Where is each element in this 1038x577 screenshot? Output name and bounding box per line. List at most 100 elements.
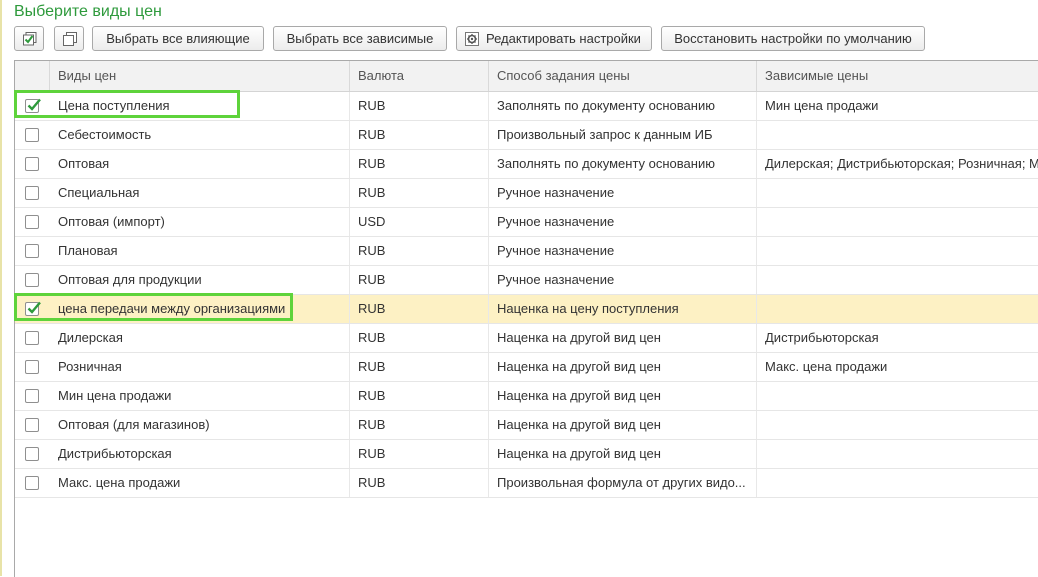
- checkbox-cell: [15, 150, 50, 178]
- check-all-icon: [23, 32, 37, 46]
- price-method-cell: Наценка на другой вид цен: [489, 324, 757, 352]
- dependent-prices-cell: [757, 179, 1038, 207]
- table-row[interactable]: Оптовая для продукции RUB Ручное назначени…: [15, 266, 1038, 295]
- currency-cell: RUB: [350, 295, 489, 323]
- price-type-name: Розничная: [50, 353, 350, 381]
- currency-cell: RUB: [350, 411, 489, 439]
- price-types-table: Виды цен Валюта Способ задания цены Зави…: [14, 60, 1038, 577]
- currency-cell: RUB: [350, 266, 489, 294]
- price-method-cell: Наценка на другой вид цен: [489, 353, 757, 381]
- row-checkbox[interactable]: [25, 215, 39, 229]
- table-row[interactable]: Оптовая (для магазинов) RUB Наценка на дру…: [15, 411, 1038, 440]
- header-price-method[interactable]: Способ задания цены: [489, 61, 757, 91]
- price-method-cell: Наценка на другой вид цен: [489, 382, 757, 410]
- price-type-name: Дилерская: [50, 324, 350, 352]
- checkbox-cell: [15, 469, 50, 497]
- price-type-name: Оптовая для продукции: [50, 266, 350, 294]
- check-all-button[interactable]: [14, 26, 44, 51]
- price-method-cell: Ручное назначение: [489, 266, 757, 294]
- price-method-cell: Заполнять по документу основанию: [489, 150, 757, 178]
- checkbox-cell: [15, 179, 50, 207]
- table-header: Виды цен Валюта Способ задания цены Зави…: [15, 61, 1038, 92]
- select-dependent-button[interactable]: Выбрать все зависимые: [273, 26, 447, 51]
- row-checkbox[interactable]: [25, 186, 39, 200]
- dependent-prices-cell: [757, 469, 1038, 497]
- checkbox-cell: [15, 237, 50, 265]
- table-row[interactable]: Плановая RUB Ручное назначение: [15, 237, 1038, 266]
- table-row[interactable]: Дилерская RUB Наценка на другой вид цен Дис…: [15, 324, 1038, 353]
- price-method-cell: Наценка на другой вид цен: [489, 411, 757, 439]
- row-checkbox[interactable]: [25, 447, 39, 461]
- checkbox-cell: [15, 295, 50, 323]
- checkbox-cell: [15, 208, 50, 236]
- edit-settings-label: Редактировать настройки: [486, 31, 641, 46]
- restore-defaults-label: Восстановить настройки по умолчанию: [674, 31, 912, 46]
- edit-settings-button[interactable]: Редактировать настройки: [456, 26, 652, 51]
- uncheck-all-button[interactable]: [54, 26, 84, 51]
- row-checkbox[interactable]: [25, 157, 39, 171]
- table-row[interactable]: Цена поступления RUB Заполнять по документ…: [15, 92, 1038, 121]
- currency-cell: RUB: [350, 237, 489, 265]
- table-row[interactable]: цена передачи между организациями RUB Наце…: [15, 295, 1038, 324]
- checkmark-icon: [27, 98, 41, 111]
- currency-cell: RUB: [350, 121, 489, 149]
- price-type-name: Себестоимость: [50, 121, 350, 149]
- header-checkbox-column: [15, 61, 50, 91]
- table-row[interactable]: Оптовая RUB Заполнять по документу основан…: [15, 150, 1038, 179]
- header-price-type[interactable]: Виды цен: [50, 61, 350, 91]
- row-checkbox[interactable]: [25, 273, 39, 287]
- dependent-prices-cell: Дистрибьюторская: [765, 330, 879, 345]
- currency-cell: RUB: [350, 150, 489, 178]
- checkbox-cell: [15, 382, 50, 410]
- price-method-cell: Ручное назначение: [489, 237, 757, 265]
- price-type-name: Оптовая: [50, 150, 350, 178]
- header-currency[interactable]: Валюта: [350, 61, 489, 91]
- checkbox-cell: [15, 324, 50, 352]
- left-border: [0, 0, 2, 576]
- price-type-name: Макс. цена продажи: [50, 469, 350, 497]
- page-title: Выберите виды цен: [14, 3, 162, 20]
- row-checkbox[interactable]: [25, 331, 39, 345]
- row-checkbox[interactable]: [25, 476, 39, 490]
- row-checkbox[interactable]: [25, 301, 41, 316]
- dependent-prices-cell: Дилерская; Дистрибьюторская; Розничная; …: [765, 156, 1038, 171]
- dependent-prices-cell: [757, 382, 1038, 410]
- table-row[interactable]: Специальная RUB Ручное назначение: [15, 179, 1038, 208]
- table-row[interactable]: Себестоимость RUB Произвольный запрос к да…: [15, 121, 1038, 150]
- price-type-name: Дистрибьюторская: [50, 440, 350, 468]
- row-checkbox[interactable]: [25, 128, 39, 142]
- checkbox-cell: [15, 411, 50, 439]
- price-method-cell: Наценка на другой вид цен: [489, 440, 757, 468]
- select-dependent-label: Выбрать все зависимые: [286, 31, 434, 46]
- dependent-prices-cell: Макс. цена продажи: [765, 359, 888, 374]
- restore-defaults-button[interactable]: Восстановить настройки по умолчанию: [661, 26, 925, 51]
- currency-cell: RUB: [350, 324, 489, 352]
- row-checkbox[interactable]: [25, 360, 39, 374]
- checkbox-cell: [15, 121, 50, 149]
- table-row[interactable]: Оптовая (импорт) USD Ручное назначение: [15, 208, 1038, 237]
- table-row[interactable]: Розничная RUB Наценка на другой вид цен Мак…: [15, 353, 1038, 382]
- row-checkbox[interactable]: [25, 98, 41, 113]
- row-checkbox[interactable]: [25, 244, 39, 258]
- currency-cell: RUB: [350, 179, 489, 207]
- currency-cell: RUB: [350, 469, 489, 497]
- row-checkbox[interactable]: [25, 389, 39, 403]
- table-row[interactable]: Макс. цена продажи RUB Произвольная формул…: [15, 469, 1038, 498]
- price-type-name: Мин цена продажи: [50, 382, 350, 410]
- table-row[interactable]: Мин цена продажи RUB Наценка на другой вид…: [15, 382, 1038, 411]
- currency-cell: RUB: [350, 382, 489, 410]
- select-influencing-label: Выбрать все влияющие: [106, 31, 250, 46]
- dependent-prices-cell: [757, 208, 1038, 236]
- settings-gear-icon: [465, 32, 479, 46]
- checkmark-icon: [27, 301, 41, 314]
- table-row[interactable]: Дистрибьюторская RUB Наценка на другой вид…: [15, 440, 1038, 469]
- dependent-prices-cell: [757, 266, 1038, 294]
- dependent-prices-cell: Мин цена продажи: [765, 98, 879, 113]
- currency-cell: RUB: [350, 353, 489, 381]
- price-type-name: Цена поступления: [50, 92, 350, 120]
- price-method-cell: Ручное назначение: [489, 208, 757, 236]
- row-checkbox[interactable]: [25, 418, 39, 432]
- header-dependent-prices[interactable]: Зависимые цены: [757, 61, 1038, 91]
- select-influencing-button[interactable]: Выбрать все влияющие: [92, 26, 264, 51]
- uncheck-all-icon: [63, 32, 77, 46]
